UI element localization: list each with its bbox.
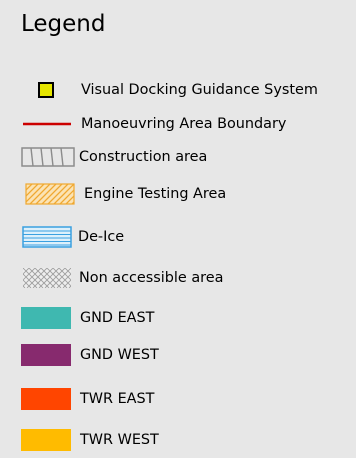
legend-item-non-accessible: Non accessible area xyxy=(0,266,356,290)
construction-hatch-icon xyxy=(21,147,75,167)
legend-item-label: TWR EAST xyxy=(80,391,155,407)
legend-item-manoeuvring-boundary: Manoeuvring Area Boundary xyxy=(0,112,356,136)
teal-swatch-icon xyxy=(21,307,71,329)
orange-hatch-icon xyxy=(25,183,75,205)
yellow-square-icon xyxy=(38,82,54,98)
legend-item-construction: Construction area xyxy=(0,145,356,169)
legend-item-vdgs: Visual Docking Guidance System xyxy=(0,78,356,102)
legend-item-twr-east: TWR EAST xyxy=(0,387,356,411)
legend-item-label: GND WEST xyxy=(80,347,159,363)
legend-item-label: GND EAST xyxy=(80,310,155,326)
legend-item-label: Manoeuvring Area Boundary xyxy=(81,116,287,132)
legend-item-de-ice: De-Ice xyxy=(0,225,356,249)
legend-item-label: Visual Docking Guidance System xyxy=(81,82,318,98)
amber-swatch-icon xyxy=(21,429,71,451)
purple-swatch-icon xyxy=(21,344,71,366)
crosshatch-icon xyxy=(23,268,71,288)
legend-item-label: Non accessible area xyxy=(79,270,224,286)
legend-title: Legend xyxy=(21,11,106,37)
legend-item-label: Construction area xyxy=(79,149,208,165)
legend-item-engine-testing: Engine Testing Area xyxy=(0,182,356,206)
legend-item-label: TWR WEST xyxy=(80,432,159,448)
legend-item-label: De-Ice xyxy=(78,229,125,245)
blue-stripes-icon xyxy=(22,226,72,248)
legend-item-twr-west: TWR WEST xyxy=(0,428,356,452)
red-line-icon xyxy=(23,121,71,127)
red-orange-swatch-icon xyxy=(21,388,71,410)
legend-item-gnd-east: GND EAST xyxy=(0,306,356,330)
legend-item-label: Engine Testing Area xyxy=(84,186,227,202)
legend-panel: Legend Visual Docking Guidance System Ma… xyxy=(0,0,356,458)
legend-item-gnd-west: GND WEST xyxy=(0,343,356,367)
